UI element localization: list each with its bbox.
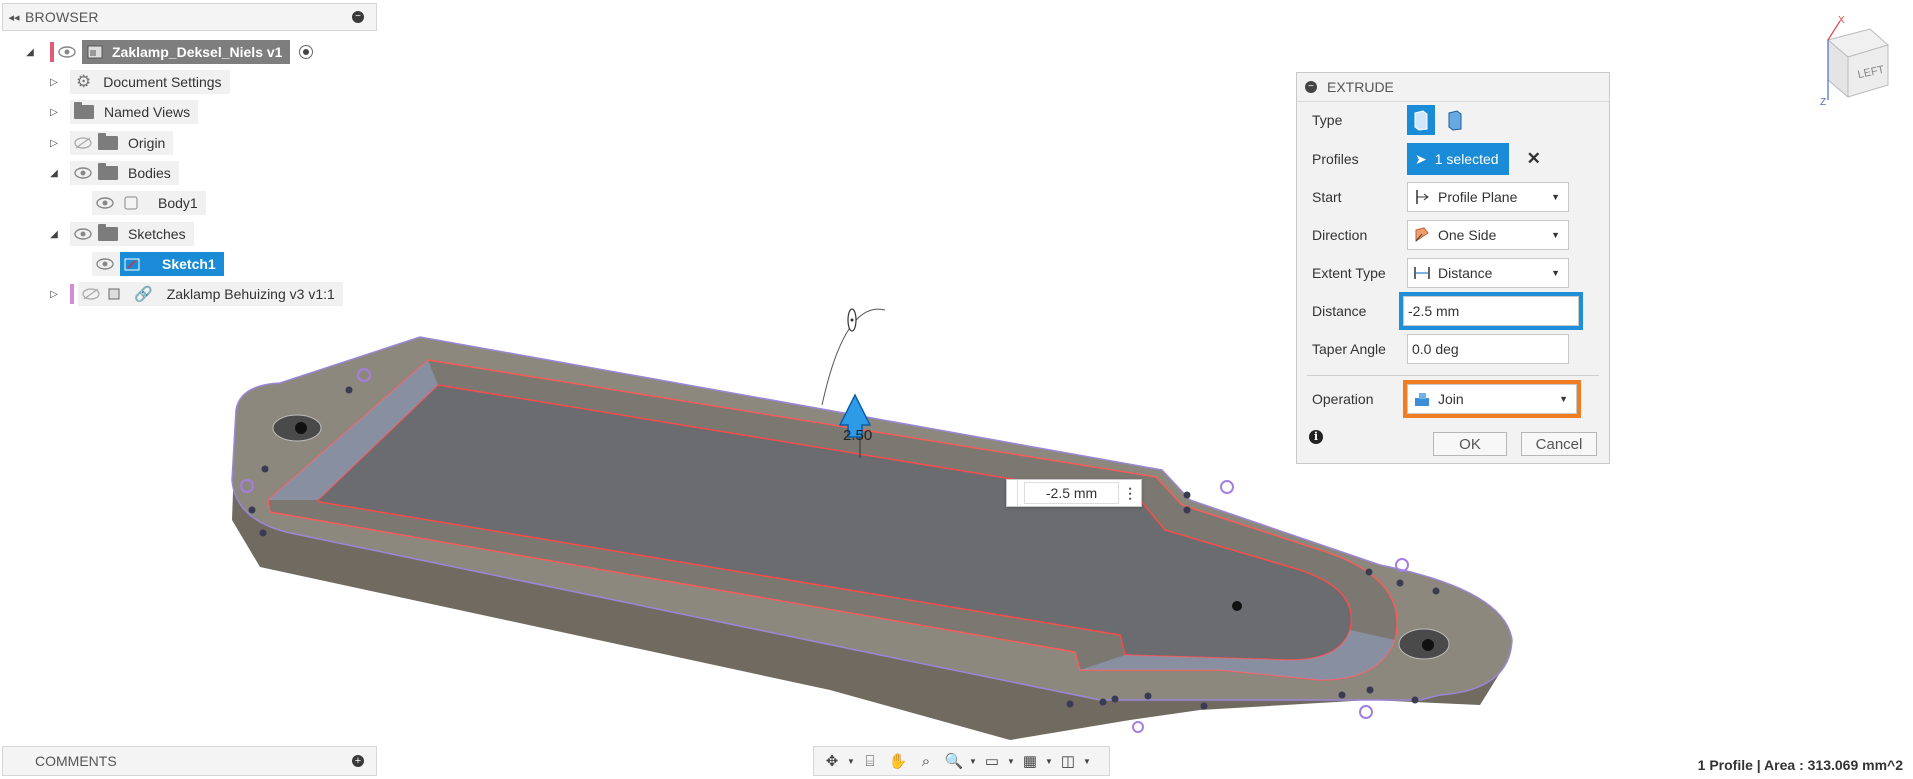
direction-value: One Side xyxy=(1438,227,1497,243)
add-comment-icon[interactable]: + xyxy=(352,755,364,767)
extent-type-value: Distance xyxy=(1438,265,1493,281)
grid-settings-icon[interactable]: ▦ xyxy=(1016,749,1044,773)
chevron-down-icon[interactable]: ▼ xyxy=(846,757,856,766)
display-settings-icon[interactable]: ▭ xyxy=(978,749,1006,773)
x-axis-label: X xyxy=(1838,15,1845,26)
extent-type-label: Extent Type xyxy=(1312,265,1386,281)
cursor-arrow-icon: ➤ xyxy=(1415,150,1427,167)
direction-label: Direction xyxy=(1312,227,1368,243)
pan-hand-icon[interactable]: ✋ xyxy=(884,749,912,773)
start-row: Start Profile Plane ▼ xyxy=(1297,182,1609,212)
join-icon xyxy=(1415,393,1429,406)
dropdown-arrow-icon: ▼ xyxy=(1551,268,1560,278)
info-icon[interactable]: i xyxy=(1309,430,1323,444)
dropdown-arrow-icon: ▼ xyxy=(1551,192,1560,202)
distance-icon xyxy=(1414,267,1430,279)
type-row: Type xyxy=(1297,105,1609,135)
distance-row: Distance -2.5 mm xyxy=(1297,292,1609,330)
extent-type-row: Extent Type Distance ▼ xyxy=(1297,258,1609,288)
chevron-down-icon[interactable]: ▼ xyxy=(1082,757,1092,766)
extrude-thin-type-icon[interactable] xyxy=(1441,105,1469,135)
profile-plane-icon xyxy=(1416,190,1429,204)
orbit-icon[interactable]: ✥ xyxy=(818,749,846,773)
type-label: Type xyxy=(1312,112,1343,128)
operation-row: Operation Join ▼ xyxy=(1297,380,1609,418)
look-at-icon[interactable]: ⌸ xyxy=(856,749,884,773)
one-side-icon xyxy=(1415,227,1429,242)
zoom-icon[interactable]: ⌕ xyxy=(912,749,940,773)
dropdown-arrow-icon: ▼ xyxy=(1559,394,1568,404)
chevron-down-icon[interactable]: ▼ xyxy=(1044,757,1054,766)
extrude-dialog: − EXTRUDE Type Profiles ➤ 1 selected ✕ S… xyxy=(1296,72,1610,464)
more-options-icon[interactable]: ⋮ xyxy=(1119,485,1141,502)
drag-dimension-label: 2.50 xyxy=(843,427,872,444)
canvas-distance-value[interactable]: -2.5 mm xyxy=(1023,482,1120,504)
ok-button[interactable]: OK xyxy=(1433,432,1507,456)
distance-label: Distance xyxy=(1312,303,1367,319)
z-axis-label: Z xyxy=(1820,97,1826,105)
comments-panel[interactable]: COMMENTS + xyxy=(2,746,377,776)
extrude-title: EXTRUDE xyxy=(1327,79,1394,95)
taper-angle-input[interactable]: 0.0 deg xyxy=(1407,334,1569,364)
cancel-button[interactable]: Cancel xyxy=(1521,432,1597,456)
start-value: Profile Plane xyxy=(1438,189,1518,205)
direction-dropdown[interactable]: One Side ▼ xyxy=(1407,220,1569,250)
extent-type-dropdown[interactable]: Distance ▼ xyxy=(1407,258,1569,288)
fit-zoom-icon[interactable]: 🔍 xyxy=(940,749,968,773)
collapse-dialog-icon[interactable]: − xyxy=(1305,81,1317,93)
status-readout: 1 Profile | Area : 313.069 mm^2 xyxy=(1697,757,1903,773)
navigation-toolbar: ✥ ▼ ⌸ ✋ ⌕ 🔍 ▼ ▭ ▼ ▦ ▼ ◫ ▼ xyxy=(813,746,1110,776)
start-label: Start xyxy=(1312,189,1342,205)
chevron-down-icon[interactable]: ▼ xyxy=(968,757,978,766)
profiles-select-button[interactable]: ➤ 1 selected xyxy=(1407,143,1509,175)
viewports-icon[interactable]: ◫ xyxy=(1054,749,1082,773)
operation-value: Join xyxy=(1438,391,1464,407)
viewcube[interactable]: LEFT X Z xyxy=(1820,15,1900,105)
extrude-body-type-icon[interactable] xyxy=(1407,105,1435,135)
start-dropdown[interactable]: Profile Plane ▼ xyxy=(1407,182,1569,212)
profiles-value: 1 selected xyxy=(1434,151,1499,167)
canvas-distance-input[interactable]: -2.5 mm ⋮ xyxy=(1006,479,1142,507)
model-viewport[interactable]: 2.50 xyxy=(0,0,1913,779)
profiles-row: Profiles ➤ 1 selected ✕ xyxy=(1297,143,1609,175)
profiles-label: Profiles xyxy=(1312,151,1359,167)
extrude-title-bar[interactable]: − EXTRUDE xyxy=(1297,73,1609,102)
chevron-down-icon[interactable]: ▼ xyxy=(1006,757,1016,766)
clear-selection-icon[interactable]: ✕ xyxy=(1527,149,1541,169)
direction-row: Direction One Side ▼ xyxy=(1297,220,1609,250)
taper-row: Taper Angle 0.0 deg xyxy=(1297,334,1609,364)
dialog-divider xyxy=(1307,375,1599,376)
taper-angle-label: Taper Angle xyxy=(1312,341,1386,357)
operation-label: Operation xyxy=(1312,391,1374,407)
operation-dropdown[interactable]: Join ▼ xyxy=(1403,380,1581,418)
dropdown-arrow-icon: ▼ xyxy=(1551,230,1560,240)
distance-input[interactable]: -2.5 mm xyxy=(1399,292,1583,330)
comments-title: COMMENTS xyxy=(35,753,117,769)
drag-grip-icon[interactable] xyxy=(1007,480,1018,506)
